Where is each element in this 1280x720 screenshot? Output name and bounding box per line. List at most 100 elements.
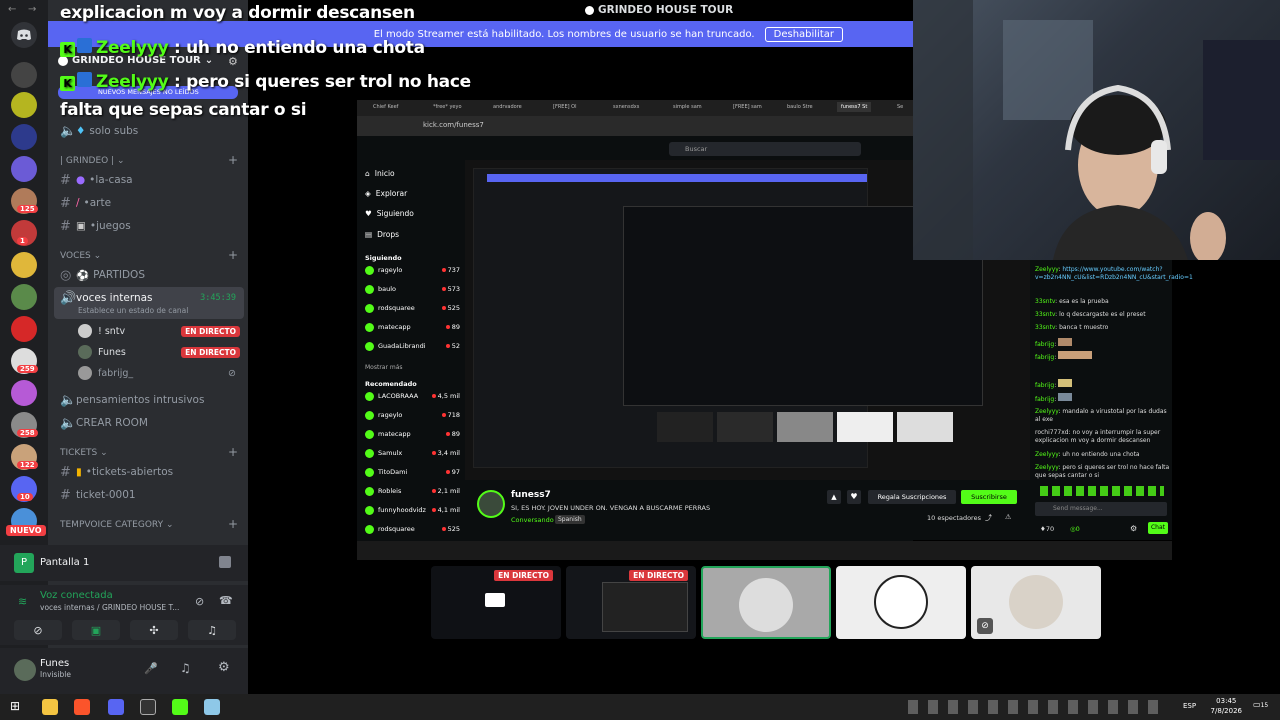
- browser-tab[interactable]: [FREE] sam: [733, 104, 762, 110]
- server-icon[interactable]: [11, 92, 37, 118]
- discord-home-icon[interactable]: [11, 22, 37, 48]
- channel-ticket-0001[interactable]: # ticket-0001: [56, 485, 244, 505]
- stream-tile[interactable]: EN DIRECTO: [566, 566, 696, 639]
- headphones-icon[interactable]: ♫: [180, 661, 191, 675]
- address-bar[interactable]: kick.com/funess7: [357, 116, 913, 136]
- channel-juegos[interactable]: # ▣ •juegos: [56, 216, 244, 236]
- category-grindeo[interactable]: | GRINDEO | ⌄: [60, 156, 125, 166]
- add-channel-icon[interactable]: +: [228, 517, 238, 531]
- kick-rec-item[interactable]: matecapp 89: [365, 430, 460, 439]
- server-icon[interactable]: [11, 316, 37, 342]
- kick-show-more[interactable]: Mostrar más: [365, 364, 403, 371]
- browser-tab[interactable]: *free* yeyo: [433, 104, 462, 110]
- voice-connected-title[interactable]: Voz conectada: [40, 590, 113, 601]
- subscribe-button[interactable]: Suscribirse: [961, 490, 1017, 504]
- voice-status[interactable]: Establece un estado de canal: [78, 306, 188, 315]
- screen-share-button[interactable]: ▣: [72, 620, 120, 640]
- gift-subs-button[interactable]: Regala Suscripciones: [868, 490, 956, 504]
- avatar[interactable]: [14, 659, 36, 681]
- kick-following-item[interactable]: matecapp 89: [365, 323, 460, 332]
- kick-rec-item[interactable]: rodsquaree 525: [365, 525, 460, 534]
- category-voces[interactable]: VOCES ⌄: [60, 251, 101, 261]
- kick-following-item[interactable]: rageylo 737: [365, 266, 460, 275]
- voice-user[interactable]: ! sntv EN DIRECTO: [78, 321, 240, 341]
- voice-partidos[interactable]: ◎ ⚽ PARTIDOS: [56, 265, 244, 285]
- kick-rec-item[interactable]: Robleis 2,1 mil: [365, 487, 460, 496]
- browser-tab[interactable]: simple sam: [673, 104, 702, 110]
- kick-nav-siguiendo[interactable]: ♥ Siguiendo: [365, 209, 414, 218]
- notification-bell-icon[interactable]: ▲: [827, 490, 841, 504]
- add-channel-icon[interactable]: +: [228, 445, 238, 459]
- kick-rec-item[interactable]: Samulx 3,4 mil: [365, 449, 460, 458]
- voice-user[interactable]: fabrijg_ ⊘: [78, 363, 240, 383]
- tray-icons[interactable]: [908, 700, 1168, 714]
- file-explorer-icon[interactable]: [42, 699, 58, 715]
- kick-rec-item[interactable]: funnyhoodvidz 4,1 mil: [365, 506, 460, 515]
- channel-arte[interactable]: # / •arte: [56, 193, 244, 213]
- activities-button[interactable]: ✣: [130, 620, 178, 640]
- user-tile-selected[interactable]: [701, 566, 831, 639]
- server-icon[interactable]: [11, 380, 37, 406]
- browser-tab[interactable]: sxnensdxs: [613, 104, 639, 110]
- app-icon[interactable]: [204, 699, 220, 715]
- category-tempvoice[interactable]: TEMPVOICE CATEGORY ⌄: [60, 520, 174, 530]
- disconnect-icon[interactable]: ☎: [219, 594, 233, 607]
- user-tile[interactable]: ⊘: [971, 566, 1101, 639]
- voice-pensamientos[interactable]: 🔈 pensamientos intrusivos: [56, 390, 244, 410]
- kick-rec-item[interactable]: rageylo 718: [365, 411, 460, 420]
- category-tickets[interactable]: TICKETS ⌄: [60, 448, 108, 458]
- channel-la-casa[interactable]: # ● •la-casa: [56, 170, 244, 190]
- browser-tab[interactable]: funess7 St: [837, 102, 872, 112]
- kick-rec-item[interactable]: TitoDami 97: [365, 468, 460, 477]
- server-icon[interactable]: [11, 252, 37, 278]
- browser-tab[interactable]: baulo Stre: [787, 104, 813, 110]
- server-icon[interactable]: [11, 284, 37, 310]
- voice-crear-room[interactable]: 🔈 CREAR ROOM: [56, 413, 244, 433]
- camera-off-button[interactable]: ⊘: [14, 620, 62, 640]
- notification-icon[interactable]: ▭15: [1253, 700, 1268, 709]
- noise-suppression-icon[interactable]: ⊘: [195, 595, 204, 608]
- follow-heart-icon[interactable]: ♥: [847, 490, 861, 504]
- kick-nav-explorar[interactable]: ◈ Explorar: [365, 189, 407, 198]
- back-arrow-icon[interactable]: ←: [8, 4, 16, 15]
- add-channel-icon[interactable]: +: [228, 248, 238, 262]
- channel-solo-subs[interactable]: 🔈 ♦ solo subs: [56, 121, 244, 141]
- user-tile[interactable]: [836, 566, 966, 639]
- chat-input[interactable]: Send message...: [1035, 502, 1167, 516]
- kick-taskbar-icon[interactable]: [172, 699, 188, 715]
- kick-nav-inicio[interactable]: ⌂ Inicio: [365, 169, 395, 178]
- browser-tab[interactable]: Chief Keef: [373, 104, 398, 110]
- kick-search[interactable]: Buscar: [669, 142, 861, 156]
- server-icon[interactable]: [11, 156, 37, 182]
- soundboard-button[interactable]: ♫: [188, 620, 236, 640]
- language-indicator[interactable]: ESP: [1183, 702, 1196, 710]
- stream-tile[interactable]: EN DIRECTO: [431, 566, 561, 639]
- brave-browser-icon[interactable]: [74, 699, 90, 715]
- channel-tickets-abiertos[interactable]: # ▮ •tickets-abiertos: [56, 462, 244, 482]
- browser-tab[interactable]: andrvadore: [493, 104, 522, 110]
- share-icon[interactable]: ⤴: [985, 513, 992, 523]
- browser-tab[interactable]: Se: [897, 104, 903, 110]
- channel-name[interactable]: funess7: [511, 490, 551, 500]
- browser-tab[interactable]: [FREE] Ol: [553, 104, 576, 110]
- kick-rec-item[interactable]: LACOBRAAA 4,5 mil: [365, 392, 460, 401]
- app-icon[interactable]: [140, 699, 156, 715]
- start-icon[interactable]: ⊞: [10, 699, 26, 715]
- discord-taskbar-icon[interactable]: [108, 699, 124, 715]
- kick-following-item[interactable]: rodsquaree 525: [365, 304, 460, 313]
- microphone-icon[interactable]: 🎤: [144, 662, 158, 675]
- settings-gear-icon[interactable]: ⚙: [218, 660, 230, 675]
- forward-arrow-icon[interactable]: →: [28, 4, 36, 15]
- server-icon[interactable]: [11, 124, 37, 150]
- voice-internas[interactable]: 🔊 voces internas 3:45:39: [56, 288, 244, 308]
- server-icon[interactable]: [11, 62, 37, 88]
- chat-settings-icon[interactable]: ⚙: [1130, 524, 1137, 533]
- stop-share-icon[interactable]: [219, 556, 231, 568]
- add-channel-icon[interactable]: +: [228, 153, 238, 167]
- kick-following-item[interactable]: baulo 573: [365, 285, 460, 294]
- kick-following-item[interactable]: GuadaLibrandi 52: [365, 342, 460, 351]
- channel-avatar[interactable]: [477, 490, 505, 518]
- channel-category[interactable]: Conversando: [511, 516, 554, 524]
- voice-user[interactable]: Funes EN DIRECTO: [78, 342, 240, 362]
- disable-streamer-button[interactable]: Deshabilitar: [764, 26, 843, 42]
